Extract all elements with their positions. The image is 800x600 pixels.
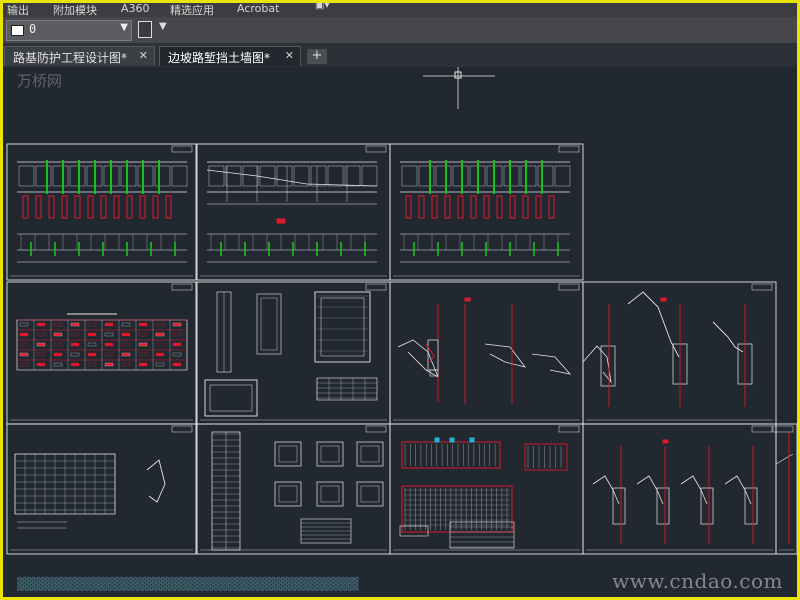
plus-icon[interactable]: +: [307, 49, 327, 64]
chevron-down-icon[interactable]: ▼: [159, 21, 167, 32]
layer-color-swatch: [11, 25, 24, 36]
ribbon-tab-output[interactable]: 输出: [7, 3, 29, 18]
layer-dropdown-value: 0: [29, 22, 37, 36]
ribbon-tab-featured-apps[interactable]: 精选应用: [170, 3, 214, 18]
drawing-canvas[interactable]: 万桥网 ▓▓▓▓▓▓▓▓▓▓▓▓▓▓▓▓▓▓▓▓▓▓▓▓▓▓▓▓▓▓▓▓▓▓▓▓…: [3, 67, 797, 597]
close-icon[interactable]: ✕: [139, 49, 148, 62]
cad-drawing: [6, 67, 797, 555]
tab-label: 边坡路堑挡土墙图*: [168, 51, 271, 65]
document-tab-bar: 路基防护工程设计图* ✕ 边坡路堑挡土墙图* ✕ +: [3, 43, 797, 67]
close-icon[interactable]: ✕: [285, 49, 294, 62]
ribbon-tab-acrobat[interactable]: Acrobat: [237, 3, 279, 15]
ribbon-tab-bar: 输出 附加模块 A360 精选应用 Acrobat ▣▾: [3, 3, 797, 17]
tab-roadbed-protection[interactable]: 路基防护工程设计图* ✕: [4, 46, 155, 66]
layer-dropdown[interactable]: 0 ▼: [6, 20, 132, 41]
drawing-sheet: [196, 281, 391, 425]
chevron-down-icon: ▼: [120, 22, 128, 33]
drawing-sheet: [389, 281, 584, 425]
app-window: 输出 附加模块 A360 精选应用 Acrobat ▣▾ 0 ▼ ▼ 路基防护工…: [3, 3, 797, 597]
watermark-logo: 万桥网: [17, 72, 63, 90]
tab-label: 路基防护工程设计图*: [13, 51, 128, 65]
watermark-url: www.cndao.com: [612, 569, 783, 593]
ribbon-tab-a360[interactable]: A360: [121, 3, 150, 15]
command-line-text: ▓▓▓▓▓▓▓▓▓▓▓▓▓▓▓▓▓▓▓▓▓▓▓▓▓▓▓▓▓▓▓▓▓▓▓▓▓: [17, 577, 359, 591]
drawing-sheet: [582, 281, 777, 425]
drawing-sheet: [582, 423, 777, 555]
ribbon-extra-icon[interactable]: ▣▾: [315, 3, 329, 11]
drawing-sheet: [775, 423, 797, 555]
layer-toolbar: 0 ▼ ▼: [3, 17, 797, 44]
tab-slope-retaining-wall[interactable]: 边坡路堑挡土墙图* ✕: [159, 46, 301, 66]
ribbon-tab-addins[interactable]: 附加模块: [53, 3, 97, 18]
drawing-sheet: [6, 281, 197, 425]
drawing-sheet: [196, 143, 391, 281]
color-picker-button[interactable]: [138, 21, 152, 38]
